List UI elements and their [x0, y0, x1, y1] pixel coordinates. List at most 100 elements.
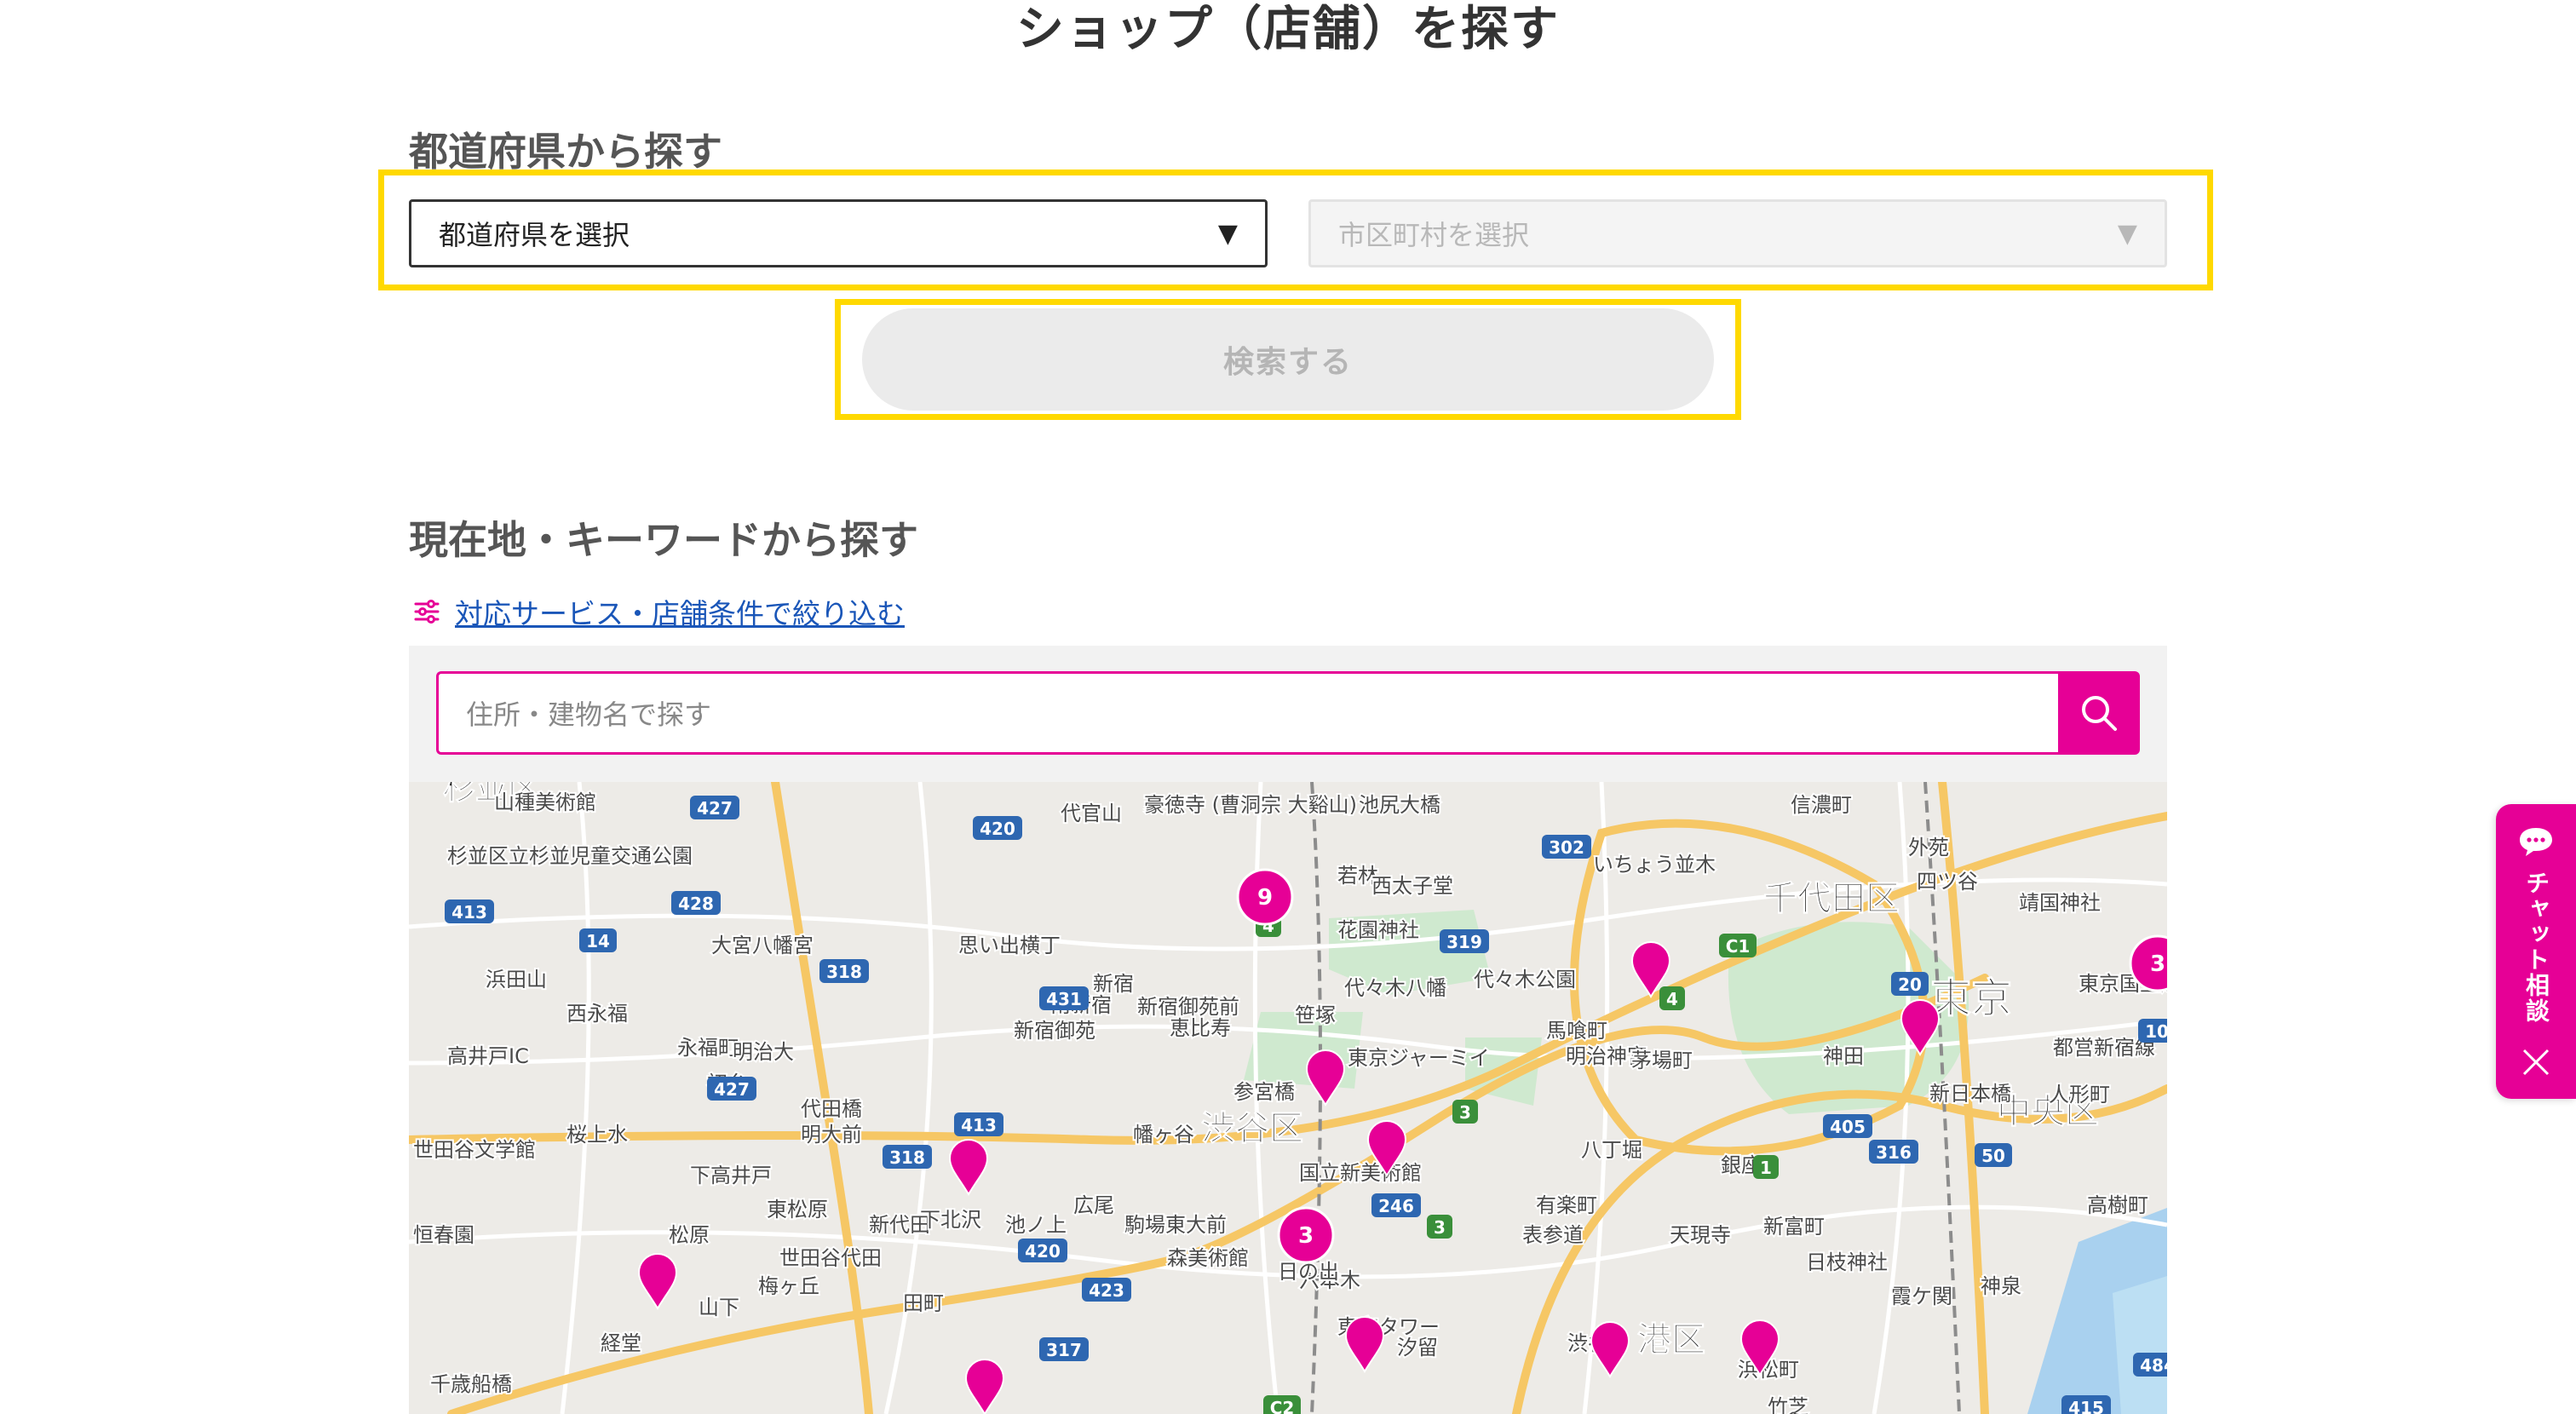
- map-place-label: 森美術館: [1167, 1246, 1249, 1270]
- svg-text:484: 484: [2140, 1355, 2167, 1376]
- shop-cluster-marker[interactable]: 3: [1277, 1206, 1335, 1264]
- route-number-badge: 427: [690, 796, 739, 819]
- route-number-badge: C1: [1719, 934, 1757, 957]
- svg-text:319: 319: [1446, 932, 1482, 952]
- map-place-label: 高井戸IC: [447, 1044, 529, 1068]
- map-place-label: 高樹町: [2087, 1193, 2148, 1217]
- svg-text:4: 4: [1666, 989, 1678, 1009]
- search-icon: [2082, 696, 2117, 731]
- map-place-label: 経堂: [601, 1331, 641, 1355]
- route-number-badge: C2: [1263, 1395, 1301, 1414]
- map-place-label: 思い出横丁: [958, 934, 1061, 957]
- map-district-label: 港区: [1637, 1320, 1705, 1359]
- map-place-label: 明治大: [733, 1040, 794, 1064]
- map-place-label: 新日本橋: [1929, 1082, 2011, 1106]
- chevron-down-icon: ▼: [2117, 218, 2137, 249]
- city-select[interactable]: 市区町村を選択 ▼: [1308, 199, 2167, 267]
- map-place-label: 外苑: [1908, 836, 1949, 859]
- chat-bubble-icon: [2520, 828, 2552, 856]
- map-place-label: 下高井戸: [690, 1164, 772, 1187]
- route-number-badge: 20: [1891, 972, 1929, 996]
- route-number-badge: 246: [1371, 1193, 1421, 1217]
- map-place-label: 四ツ谷: [1917, 870, 1978, 894]
- map-place-label: 東松原: [767, 1198, 828, 1221]
- map-place-label: 東京ジャーミイ: [1348, 1046, 1490, 1070]
- search-button[interactable]: 検索する: [862, 308, 1714, 411]
- route-number-badge: 415: [2061, 1395, 2111, 1414]
- address-search-input[interactable]: 住所・建物名で探す: [436, 671, 2058, 755]
- route-number-badge: 428: [671, 891, 721, 915]
- map-place-label: 梅ヶ丘: [758, 1274, 819, 1298]
- svg-text:3: 3: [1459, 1102, 1471, 1123]
- map-place-label: 広尾: [1073, 1193, 1114, 1217]
- map-place-label: 恵比寿: [1170, 1016, 1231, 1040]
- route-number-badge: 318: [819, 959, 869, 983]
- close-icon[interactable]: [2521, 1048, 2550, 1077]
- map-place-label: 表参道: [1522, 1223, 1584, 1247]
- map-district-label: 千代田区: [1763, 879, 1900, 918]
- svg-text:427: 427: [697, 798, 733, 819]
- map-place-label: 靖国神社: [2019, 891, 2101, 915]
- route-number-badge: 10: [2138, 1019, 2167, 1043]
- chevron-down-icon: ▼: [1217, 218, 1238, 249]
- route-number-badge: 405: [1823, 1114, 1872, 1138]
- route-number-badge: 420: [973, 816, 1022, 840]
- route-number-badge: 1: [1753, 1155, 1779, 1179]
- map-place-label: 新富町: [1763, 1215, 1825, 1239]
- svg-text:413: 413: [451, 902, 487, 923]
- route-number-badge: 484: [2133, 1353, 2167, 1377]
- city-select-placeholder: 市区町村を選択: [1338, 219, 1530, 251]
- route-number-badge: 427: [707, 1077, 756, 1101]
- map-place-label: 田町: [903, 1291, 944, 1315]
- prefecture-select[interactable]: 都道府県を選択 ▼: [409, 199, 1268, 267]
- svg-text:420: 420: [980, 819, 1015, 839]
- map-district-label: 渋谷区: [1201, 1109, 1303, 1148]
- svg-text:10: 10: [2145, 1021, 2167, 1042]
- route-number-badge: 3: [1427, 1215, 1452, 1239]
- svg-text:302: 302: [1549, 837, 1584, 858]
- map-place-label: 天現寺: [1670, 1223, 1731, 1247]
- map-place-label: 代々木公園: [1474, 968, 1576, 992]
- svg-text:C1: C1: [1726, 936, 1751, 957]
- map-place-label: 八丁堀: [1581, 1138, 1642, 1162]
- map-place-label: 山下: [699, 1296, 739, 1319]
- map-place-label: 杉並区立杉並児童交通公園: [447, 844, 693, 868]
- map-place-label: 世田谷代田: [779, 1246, 882, 1270]
- route-number-badge: 413: [954, 1112, 1003, 1136]
- map-place-label: 笹塚: [1295, 1003, 1336, 1027]
- map-place-label: 日枝神社: [1806, 1250, 1888, 1274]
- svg-text:50: 50: [1981, 1146, 2005, 1166]
- svg-text:20: 20: [1898, 974, 1922, 995]
- shop-cluster-marker[interactable]: 9: [1236, 868, 1294, 926]
- svg-text:428: 428: [678, 894, 714, 914]
- map[interactable]: 杉並区 千代田区 渋谷区 中央区 港区 東京 杉並区立杉並児童交通公園 大宮八幡宮 浜田山 西永福…: [409, 782, 2167, 1414]
- map-place-label: 桜上水: [566, 1123, 628, 1147]
- map-place-label: 大宮八幡宮: [711, 934, 814, 957]
- map-place-label: 明大前: [801, 1123, 862, 1147]
- route-number-badge: 50: [1975, 1143, 2012, 1167]
- map-place-label: 代田橋: [801, 1097, 862, 1121]
- map-place-label: 永福町: [677, 1036, 739, 1060]
- svg-text:317: 317: [1046, 1340, 1082, 1360]
- map-place-label: 山種美術館: [494, 790, 596, 814]
- svg-text:3: 3: [2150, 951, 2165, 977]
- route-number-badge: 3: [1452, 1100, 1478, 1124]
- map-place-label: 人形町: [2049, 1083, 2110, 1106]
- map-place-label: 下北沢: [920, 1208, 981, 1232]
- svg-text:246: 246: [1378, 1196, 1414, 1216]
- chat-tab-label: チャット相談: [2522, 871, 2550, 1024]
- map-place-label: 幡ヶ谷: [1133, 1123, 1194, 1147]
- filter-conditions-link[interactable]: 対応サービス・店舗条件で絞り込む: [414, 591, 905, 632]
- route-number-badge: 318: [883, 1145, 932, 1169]
- map-place-label: 新宿御苑: [1014, 1019, 1095, 1043]
- svg-text:415: 415: [2068, 1398, 2104, 1414]
- map-place-label: 松原: [669, 1223, 710, 1247]
- route-number-badge: 316: [1869, 1140, 1918, 1164]
- chat-consult-tab[interactable]: チャット相談: [2496, 804, 2576, 1099]
- svg-text:318: 318: [826, 962, 862, 982]
- route-number-badge: 302: [1542, 835, 1591, 859]
- route-number-badge: 317: [1039, 1337, 1089, 1361]
- map-place-label: 茅場町: [1631, 1049, 1693, 1072]
- address-search-button[interactable]: [2058, 671, 2140, 755]
- map-place-label: 神田: [1823, 1044, 1864, 1068]
